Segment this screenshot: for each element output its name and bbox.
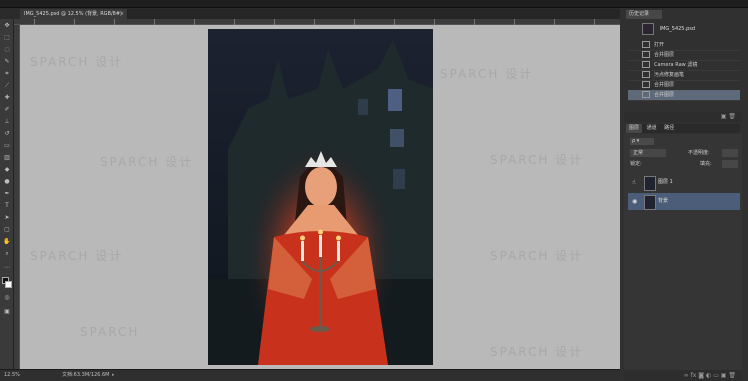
history-state-label: Camera Raw 滤镜 bbox=[654, 62, 698, 68]
history-state-icon bbox=[642, 61, 650, 68]
opacity-label: 不透明度: bbox=[688, 150, 710, 156]
delete-layer-icon[interactable]: 🗑 bbox=[728, 372, 736, 379]
gradient-tool-icon[interactable]: ▥ bbox=[3, 155, 11, 161]
fx-icon[interactable]: fx bbox=[691, 372, 697, 379]
layer-name: 背景 bbox=[658, 198, 669, 204]
more-tools-icon[interactable]: ⋯ bbox=[3, 265, 11, 271]
tab-paths[interactable]: 路径 bbox=[661, 124, 677, 133]
blend-mode-select[interactable]: 正常 bbox=[630, 149, 666, 157]
snapshot-thumbnail bbox=[642, 22, 654, 35]
history-state-icon bbox=[642, 51, 650, 58]
layers-panel bbox=[624, 134, 742, 370]
watermark-text: SPARCH bbox=[80, 325, 140, 339]
trash-icon[interactable]: 🗑 bbox=[728, 113, 736, 120]
layer-name: 图层 1 bbox=[658, 179, 673, 185]
eraser-tool-icon[interactable]: ▭ bbox=[3, 143, 11, 149]
watermark-text: SPARCH 设计 bbox=[440, 67, 534, 81]
layer-filter-kind[interactable]: ρ ▾ bbox=[630, 138, 654, 145]
pen-tool-icon[interactable]: ✒ bbox=[3, 191, 11, 197]
background-color-swatch[interactable] bbox=[5, 281, 12, 288]
history-state-icon bbox=[642, 91, 650, 98]
tab-history[interactable]: 历史记录 bbox=[626, 10, 662, 19]
watermark-text: SPARCH 设计 bbox=[30, 249, 124, 263]
photo-illustration bbox=[208, 29, 433, 365]
tab-layers[interactable]: 图层 bbox=[626, 124, 643, 133]
quick-select-tool-icon[interactable]: ✎ bbox=[3, 59, 11, 65]
layer-row-selected[interactable]: ◉ 背景 bbox=[628, 193, 740, 210]
history-state-label: 合并图层 bbox=[654, 52, 675, 58]
path-select-tool-icon[interactable]: ➤ bbox=[3, 215, 11, 221]
close-tab-icon[interactable]: × bbox=[120, 9, 124, 19]
clone-stamp-tool-icon[interactable]: ⊥ bbox=[3, 119, 11, 125]
application-bar bbox=[0, 0, 748, 8]
visibility-hand-icon[interactable]: ☝ bbox=[632, 174, 636, 191]
quick-mask-icon[interactable]: ◎ bbox=[3, 295, 11, 301]
history-footer: ▣ 🗑 bbox=[624, 112, 742, 122]
status-bar: 12.5% 文档:63.3M/126.6M ▸ bbox=[0, 369, 620, 381]
watermark-text: SPARCH 设计 bbox=[100, 155, 194, 169]
eyedropper-tool-icon[interactable]: ⟋ bbox=[3, 83, 11, 89]
watermark-text: SPARCH 设计 bbox=[490, 153, 584, 167]
type-tool-icon[interactable]: T bbox=[3, 203, 11, 209]
brush-tool-icon[interactable]: ✐ bbox=[3, 107, 11, 113]
document-size: 文档:63.3M/126.6M bbox=[62, 372, 110, 378]
history-state-icon bbox=[642, 81, 650, 88]
history-state-label: 打开 bbox=[654, 42, 665, 48]
lasso-tool-icon[interactable]: ◌ bbox=[3, 47, 11, 53]
history-snapshot[interactable]: IMG_5425.psd bbox=[628, 22, 740, 36]
lock-label: 锁定: bbox=[630, 161, 642, 167]
watermark-text: SPARCH 设计 bbox=[490, 345, 584, 359]
blur-tool-icon[interactable]: ◆ bbox=[3, 167, 11, 173]
watermark-text: SPARCH 设计 bbox=[30, 55, 124, 69]
history-brush-tool-icon[interactable]: ↺ bbox=[3, 131, 11, 137]
layers-tab-bar: 图层 通道 路径 bbox=[626, 124, 740, 133]
zoom-tool-icon[interactable]: ⌕ bbox=[3, 251, 11, 257]
history-state-label: 合并图层 bbox=[654, 92, 675, 98]
tab-bar-empty bbox=[128, 9, 620, 19]
layer-row[interactable]: ☝ 图层 1 bbox=[628, 174, 740, 191]
adjustment-icon[interactable]: ◐ bbox=[706, 372, 711, 379]
new-layer-icon[interactable]: ▣ bbox=[721, 372, 727, 379]
watermark-text: SPARCH 设计 bbox=[490, 249, 584, 263]
tools-panel: ✥ ⬚ ◌ ✎ ⌗ ⟋ ✚ ✐ ⊥ ↺ ▭ ▥ ◆ ● ✒ T ➤ ▢ ✋ ⌕ … bbox=[0, 19, 14, 370]
snapshot-name: IMG_5425.psd bbox=[659, 26, 696, 32]
link-icon[interactable]: ∞ bbox=[684, 372, 689, 379]
zoom-level[interactable]: 12.5% bbox=[4, 370, 20, 381]
mask-icon[interactable]: ◙ bbox=[698, 372, 704, 379]
tab-channels[interactable]: 通道 bbox=[644, 124, 660, 133]
document-tab[interactable]: IMG_5425.psd @ 12.5% (背景, RGB/8#) × bbox=[20, 9, 128, 19]
shape-tool-icon[interactable]: ▢ bbox=[3, 227, 11, 233]
crop-tool-icon[interactable]: ⌗ bbox=[3, 71, 11, 77]
history-state-label: 污点修复画笔 bbox=[654, 72, 685, 78]
history-state-label: 合并图层 bbox=[654, 82, 675, 88]
layer-thumbnail bbox=[644, 176, 656, 191]
history-state-selected[interactable]: 合并图层 bbox=[628, 90, 740, 101]
layer-thumbnail bbox=[644, 195, 656, 210]
history-state-icon bbox=[642, 71, 650, 78]
document-tab-title: IMG_5425.psd @ 12.5% (背景, RGB/8#) bbox=[24, 11, 122, 17]
opacity-input[interactable] bbox=[722, 149, 738, 157]
status-arrow-icon[interactable]: ▸ bbox=[112, 370, 115, 381]
dodge-tool-icon[interactable]: ● bbox=[3, 179, 11, 185]
hand-tool-icon[interactable]: ✋ bbox=[3, 239, 11, 245]
screen-mode-icon[interactable]: ▣ bbox=[3, 309, 11, 315]
document-image[interactable] bbox=[208, 29, 433, 365]
fill-input[interactable] bbox=[722, 160, 738, 168]
move-tool-icon[interactable]: ✥ bbox=[3, 23, 11, 29]
eye-icon[interactable]: ◉ bbox=[632, 193, 637, 210]
fill-label: 填充: bbox=[700, 161, 712, 167]
new-snapshot-icon[interactable]: ▣ bbox=[721, 113, 727, 120]
history-state-icon bbox=[642, 41, 650, 48]
healing-brush-tool-icon[interactable]: ✚ bbox=[3, 95, 11, 101]
folder-icon[interactable]: ▭ bbox=[713, 372, 719, 379]
layers-footer: ∞ fx ◙ ◐ ▭ ▣ 🗑 bbox=[624, 370, 742, 381]
marquee-tool-icon[interactable]: ⬚ bbox=[3, 35, 11, 41]
